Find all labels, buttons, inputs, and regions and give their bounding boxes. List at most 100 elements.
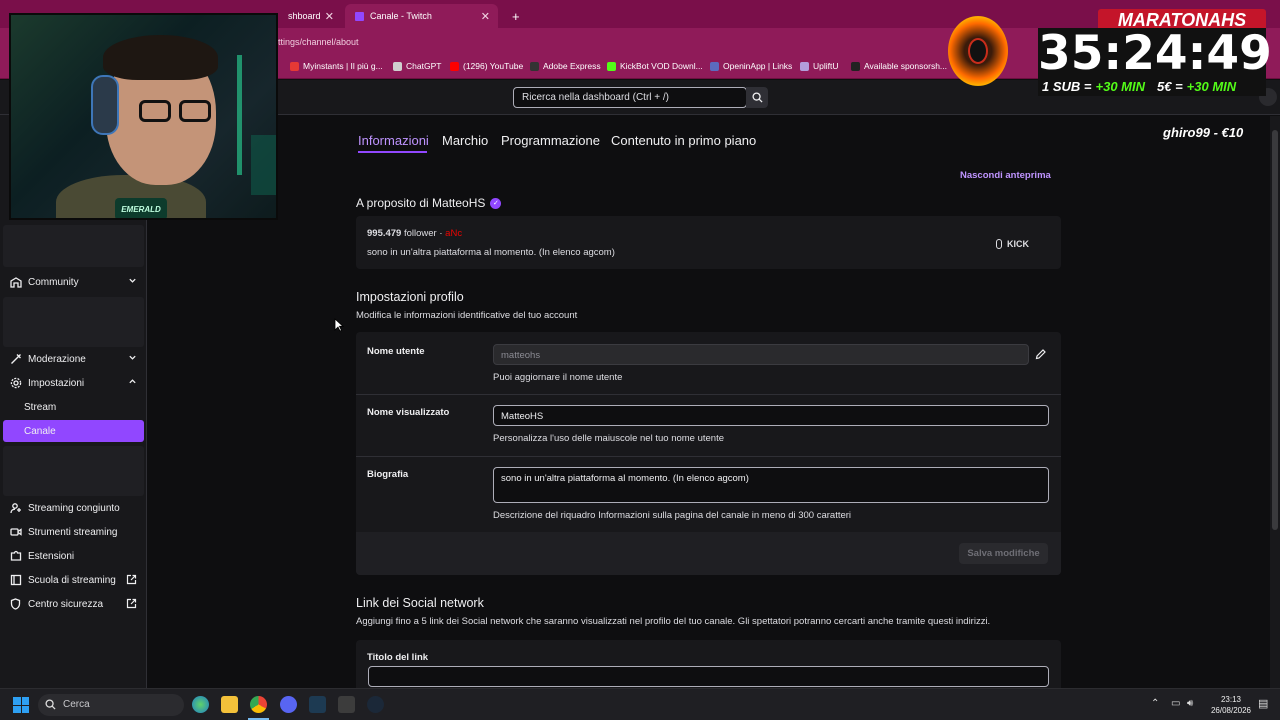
chevron-up-icon[interactable]: ⌃ (1151, 698, 1159, 709)
dashboard-search-input[interactable]: Ricerca nella dashboard (Ctrl + /) (513, 87, 747, 108)
bookmark-label: Myinstants | Il più g... (303, 61, 383, 71)
tab-label: shboard (288, 11, 321, 21)
bookmark-label: Adobe Express (543, 61, 601, 71)
edge-icon[interactable] (192, 696, 209, 713)
display-name-help: Personalizza l'uso delle maiuscole nel t… (493, 433, 725, 444)
marathon-countdown: 35:24:49 (1038, 26, 1272, 81)
marathon-timer-overlay: MARATONAHS 35:24:49 1 SUB = +30 MIN 5€ =… (946, 6, 1272, 98)
followers-count: 995.479 (367, 228, 402, 239)
sub-rule-prefix: 1 SUB = (1042, 78, 1092, 94)
bookmark-label: OpeninApp | Links (723, 61, 793, 71)
sidebar-item-label: Moderazione (28, 353, 86, 365)
system-clock[interactable]: 23:13 26/08/2026 (1207, 694, 1255, 716)
app-icon[interactable] (309, 696, 326, 713)
display-name-field[interactable]: MatteoHS (493, 405, 1049, 426)
profile-settings-subtitle: Modifica le informazioni identificative … (356, 310, 578, 321)
close-icon[interactable]: ✕ (325, 10, 334, 23)
book-icon (9, 574, 22, 587)
search-icon (751, 92, 763, 103)
bookmark-label: ChatGPT (406, 61, 442, 71)
url-text[interactable]: ttings/channel/about (278, 37, 359, 47)
taskbar: Cerca ⌃ ▭ 🔊︎ 23:13 26/08/2026 ▤ (0, 688, 1280, 720)
social-links-title: Link dei Social network (356, 596, 484, 610)
glasses-right (179, 100, 211, 122)
browser-tab-canale[interactable]: Canale - Twitch ✕ (345, 4, 498, 28)
bio-label: Biografia (367, 469, 409, 480)
about-bio-text: sono in un'altra piattaforma al momento.… (367, 247, 615, 258)
network-icon[interactable]: ▭ (1171, 698, 1180, 709)
sidebar-item-label: Streaming congiunto (28, 502, 120, 514)
sidebar-item-moderazione[interactable]: Moderazione (0, 348, 147, 370)
new-tab-button[interactable]: + (502, 4, 530, 28)
bookmark-icon (800, 61, 809, 71)
bookmark-icon (450, 61, 459, 71)
tab-programmazione[interactable]: Programmazione (501, 133, 600, 148)
edit-username-button[interactable] (1031, 344, 1049, 365)
bookmark-upliftu[interactable]: UpliftU (800, 61, 839, 71)
sub-rule-value: +30 MIN (1095, 78, 1146, 94)
search-button[interactable] (746, 87, 768, 108)
background-shelf (251, 135, 276, 195)
kick-label: KICK (1007, 239, 1029, 249)
about-title-text: A proposito di MatteoHS (356, 196, 486, 210)
webcam-overlay: EMERALD (9, 13, 278, 220)
tab-label: Canale - Twitch (370, 11, 432, 21)
user-plus-icon (9, 502, 22, 515)
close-icon[interactable]: ✕ (481, 10, 490, 23)
sidebar-item-estensioni[interactable]: Estensioni (0, 545, 147, 567)
card-footer (356, 532, 1061, 575)
sidebar-item-strumenti-streaming[interactable]: Strumenti streaming (0, 521, 147, 543)
bookmark-kickbot[interactable]: KickBot VOD Downl... (607, 61, 703, 71)
bookmark-icon (710, 61, 719, 71)
link-title-field[interactable] (368, 666, 1049, 687)
volume-icon[interactable]: 🔊︎ (1187, 698, 1193, 709)
bio-textarea[interactable]: sono in un'altra piattaforma al momento.… (493, 467, 1049, 503)
username-field[interactable]: matteohs (493, 344, 1029, 365)
hide-preview-link[interactable]: Nascondi anteprima (960, 170, 1051, 181)
tab-marchio[interactable]: Marchio (442, 133, 488, 148)
bookmark-myinstants[interactable]: Myinstants | Il più g... (290, 61, 383, 71)
tab-informazioni[interactable]: Informazioni (358, 133, 429, 148)
chrome-icon[interactable] (250, 696, 267, 713)
sidebar-item-stream[interactable]: Stream (0, 396, 147, 418)
profile-settings-title: Impostazioni profilo (356, 290, 464, 304)
taskbar-search-text: Cerca (63, 699, 90, 710)
bookmark-youtube[interactable]: (1296) YouTube (450, 61, 523, 71)
sidebar-item-community[interactable]: Community (0, 271, 147, 293)
sidebar-item-centro-sicurezza[interactable]: Centro sicurezza (0, 593, 147, 615)
browser-tab-dashboard[interactable]: shboard ✕ (278, 4, 342, 28)
bookmark-icon (607, 61, 616, 71)
channel-logo: EMERALD (115, 198, 167, 218)
sidebar-item-impostazioni[interactable]: Impostazioni (0, 372, 147, 394)
display-name-label: Nome visualizzato (367, 407, 450, 418)
euro-rule-value: +30 MIN (1186, 78, 1237, 94)
bookmark-openinapp[interactable]: OpeninApp | Links (710, 61, 792, 71)
file-explorer-icon[interactable] (221, 696, 238, 713)
bookmark-label: KickBot VOD Downl... (620, 61, 703, 71)
team-link[interactable]: aNc (445, 228, 462, 239)
discord-icon[interactable] (280, 696, 297, 713)
tab-contenuto-primo-piano[interactable]: Contenuto in primo piano (611, 133, 756, 148)
sidebar-item-label: Estensioni (28, 550, 75, 562)
followers-label: follower · (403, 228, 443, 239)
obs-icon[interactable] (338, 696, 355, 713)
save-changes-button[interactable]: Salva modifiche (959, 543, 1048, 564)
steam-icon[interactable] (367, 696, 384, 713)
bookmark-adobe-express[interactable]: Adobe Express (530, 61, 601, 71)
sidebar-item-canale[interactable]: Canale (3, 420, 144, 442)
bookmark-sponsorships[interactable]: Available sponsorsh... (851, 61, 947, 71)
bookmark-icon (851, 61, 860, 71)
kick-social-link[interactable]: KICK (996, 239, 1029, 249)
bookmark-chatgpt[interactable]: ChatGPT (393, 61, 441, 71)
euro-rule-prefix: 5€ = (1157, 78, 1183, 94)
taskbar-search[interactable]: Cerca (38, 694, 184, 716)
sidebar-item-label: Canale (24, 425, 56, 437)
link-title-label: Titolo del link (367, 652, 429, 663)
sidebar-item-scuola-streaming[interactable]: Scuola di streaming (0, 569, 147, 591)
scrollbar-thumb[interactable] (1272, 130, 1278, 530)
sword-icon (9, 353, 22, 366)
about-preview-card (356, 216, 1061, 269)
sidebar-item-streaming-congiunto[interactable]: Streaming congiunto (0, 497, 147, 519)
windows-start-icon[interactable] (13, 697, 29, 713)
notification-icon[interactable]: ▤ (1258, 697, 1268, 710)
